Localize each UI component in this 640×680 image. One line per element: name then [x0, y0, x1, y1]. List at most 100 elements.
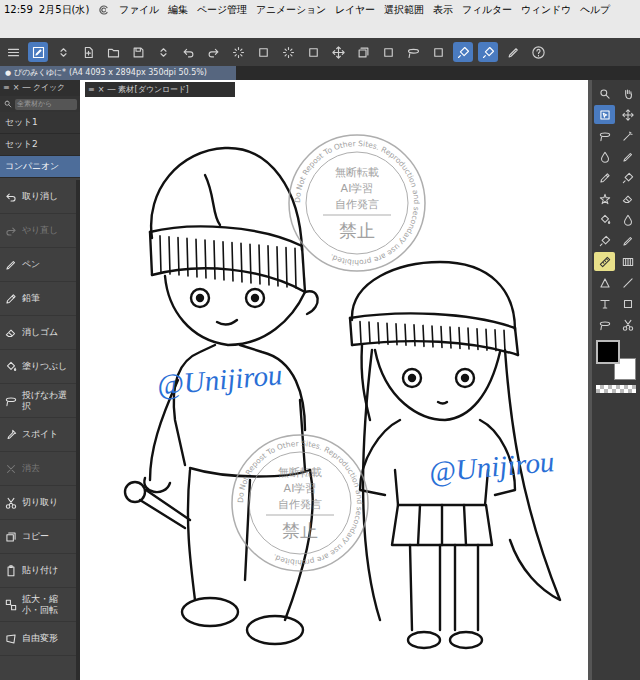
command-label: 切り取り — [22, 497, 58, 508]
command-label: 消しゴム — [22, 327, 58, 338]
cut-icon[interactable] — [617, 315, 638, 334]
panel-minimize-button[interactable]: ― — [107, 84, 115, 96]
panel-close-button[interactable]: × — [13, 82, 20, 94]
lasso-icon[interactable] — [594, 126, 615, 145]
new-file-icon[interactable] — [78, 42, 98, 62]
decoration-icon[interactable] — [594, 189, 615, 208]
command-item[interactable]: スポイト — [0, 418, 76, 452]
panel-close-button[interactable]: × — [98, 84, 105, 96]
set-tab[interactable]: セット2 — [0, 134, 80, 156]
pen-icon[interactable] — [617, 147, 638, 166]
fill-icon[interactable] — [594, 210, 615, 229]
brush-icon[interactable] — [617, 168, 638, 187]
command-item[interactable]: 貼り付け — [0, 554, 76, 588]
menu-item[interactable]: フィルター — [462, 3, 512, 17]
set-tab[interactable]: セット1 — [0, 112, 80, 134]
set-tab[interactable]: コンパニオン — [0, 156, 80, 178]
command-item[interactable]: ペン — [0, 248, 76, 282]
menu-item[interactable]: 選択範囲 — [384, 3, 424, 17]
lasso-fill-icon[interactable] — [594, 315, 615, 334]
command-label: ペン — [22, 259, 40, 270]
command-item[interactable]: 切り取り — [0, 486, 76, 520]
ruler-icon[interactable] — [594, 252, 615, 271]
chevron-icon[interactable] — [53, 42, 73, 62]
brush-icon[interactable] — [453, 42, 473, 62]
menu-item[interactable]: ページ管理 — [197, 3, 247, 17]
command-item[interactable]: 自由変形 — [0, 622, 76, 656]
command-item[interactable]: 消去 — [0, 452, 76, 486]
figure-icon[interactable] — [594, 273, 615, 292]
pen-box-icon[interactable] — [28, 42, 48, 62]
undo-icon[interactable] — [178, 42, 198, 62]
menu-item[interactable]: 編集 — [168, 3, 188, 17]
folder-icon[interactable] — [103, 42, 123, 62]
copy-icon[interactable] — [353, 42, 373, 62]
select-icon[interactable] — [594, 105, 615, 124]
command-item[interactable]: コピー — [0, 520, 76, 554]
watermark-line: AI学習 — [284, 482, 317, 495]
move-icon[interactable] — [617, 105, 638, 124]
frame-icon[interactable] — [617, 294, 638, 313]
search-field[interactable]: 全素材から — [15, 99, 77, 110]
help-icon[interactable] — [528, 42, 548, 62]
menu-item[interactable]: ヘルプ — [580, 3, 610, 17]
brush-icon[interactable] — [478, 42, 498, 62]
command-item[interactable]: 塗りつぶし — [0, 350, 76, 384]
panel-menu-button[interactable]: ≡ — [3, 82, 10, 94]
spinner-icon[interactable] — [278, 42, 298, 62]
square-icon[interactable] — [253, 42, 273, 62]
signature: @Unijirou — [156, 358, 284, 402]
command-item[interactable]: 投げなわ選択 — [0, 384, 76, 418]
airbrush-icon[interactable] — [594, 231, 615, 250]
save-icon[interactable] — [128, 42, 148, 62]
marker-icon[interactable] — [617, 231, 638, 250]
app-logo-icon[interactable] — [98, 4, 110, 16]
eraser-icon[interactable] — [617, 189, 638, 208]
command-item[interactable]: 拡大・縮小・回転 — [0, 588, 76, 622]
watermark-line: AI学習 — [341, 182, 374, 195]
quick-access-panel: ≡×―クイック全素材からセット1セット2コンパニオン取り消しやり直しペン鉛筆消し… — [0, 80, 80, 680]
watermark-line: 無断転載 — [335, 166, 379, 179]
command-label: 貼り付け — [22, 565, 58, 576]
pen-icon[interactable] — [503, 42, 523, 62]
transparent-color-swatch[interactable] — [596, 385, 636, 393]
panel-minimize-button[interactable]: ― — [22, 82, 30, 94]
eyedropper-icon[interactable] — [594, 147, 615, 166]
square-icon[interactable] — [428, 42, 448, 62]
menu-item[interactable]: レイヤー — [335, 3, 375, 17]
menu-item[interactable]: アニメーション — [256, 3, 326, 17]
redo-icon[interactable] — [203, 42, 223, 62]
line-icon[interactable] — [617, 273, 638, 292]
main-color-swatch[interactable] — [596, 340, 620, 364]
fill-icon — [4, 360, 18, 374]
wand-icon[interactable] — [617, 126, 638, 145]
command-label: 取り消し — [22, 191, 58, 202]
artwork[interactable]: Do Not Repost To Other Sites. Reproducti… — [80, 80, 588, 680]
square-icon[interactable] — [378, 42, 398, 62]
panel-menu-button[interactable]: ≡ — [88, 84, 95, 96]
canvas[interactable]: Do Not Repost To Other Sites. Reproducti… — [80, 80, 588, 680]
menu-icon[interactable] — [3, 42, 23, 62]
move-icon[interactable] — [328, 42, 348, 62]
command-item[interactable]: 取り消し — [0, 180, 76, 214]
spinner-icon[interactable] — [228, 42, 248, 62]
panel-header: ≡×―クイック — [0, 80, 80, 96]
menu-item[interactable]: 表示 — [433, 3, 453, 17]
blend-icon[interactable] — [617, 210, 638, 229]
material-panel-header[interactable]: ≡×―素材[ダウンロード] — [85, 82, 235, 97]
zoom-icon[interactable] — [594, 84, 615, 103]
square-icon[interactable] — [303, 42, 323, 62]
menu-item[interactable]: ファイル — [119, 3, 159, 17]
command-item[interactable]: 鉛筆 — [0, 282, 76, 316]
lasso-icon[interactable] — [403, 42, 423, 62]
pencil-icon[interactable] — [594, 168, 615, 187]
text-icon[interactable] — [594, 294, 615, 313]
command-item[interactable]: やり直し — [0, 214, 76, 248]
gradient-icon[interactable] — [617, 252, 638, 271]
document-tab[interactable]: ●ぴのみくゆに*(A4 4093 x 2894px 350dpi 50.5%) — [0, 66, 236, 80]
chevron-icon[interactable] — [153, 42, 173, 62]
watermark-stamp: Do Not Repost To Other Sites. Reproducti… — [289, 135, 425, 271]
command-item[interactable]: 消しゴム — [0, 316, 76, 350]
menu-item[interactable]: ウィンドウ — [521, 3, 571, 17]
hand-icon[interactable] — [617, 84, 638, 103]
